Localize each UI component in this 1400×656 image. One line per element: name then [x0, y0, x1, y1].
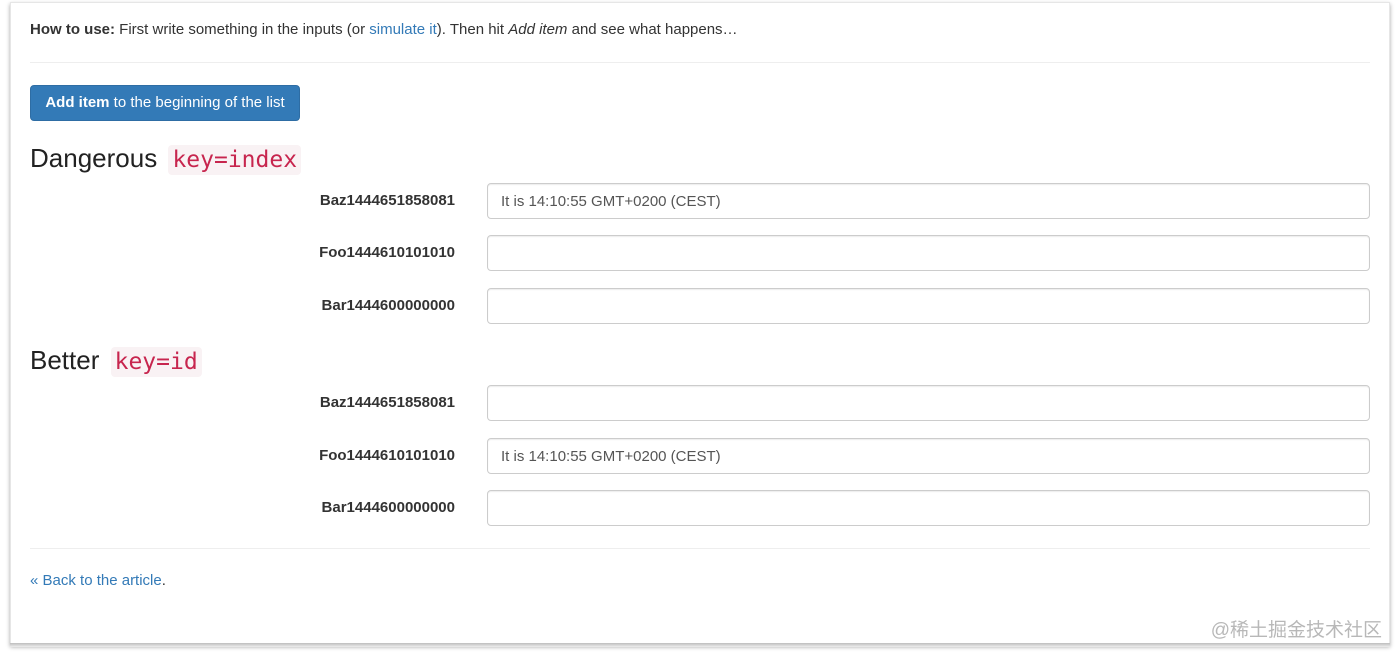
back-to-article-link[interactable]: « Back to the article: [30, 572, 162, 589]
row-label: Foo1444610101010: [319, 244, 455, 261]
section-title: Better: [30, 345, 100, 375]
add-item-button-bold: Add item: [45, 94, 110, 111]
section-title: Dangerous: [30, 143, 158, 173]
back-line: « Back to the article.: [30, 571, 166, 591]
usage-label: How to use:: [30, 21, 115, 38]
back-suffix: .: [161, 572, 166, 589]
page-bottom-shadow: [10, 643, 1390, 647]
section-code: key=index: [168, 145, 302, 175]
add-item-button[interactable]: Add item to the beginning of the list: [30, 85, 300, 121]
text-input[interactable]: [487, 288, 1370, 324]
usage-instructions: How to use: First write something in the…: [30, 20, 738, 40]
row-label: Bar1444600000000: [321, 297, 455, 314]
bottom-divider: [30, 548, 1370, 549]
text-input[interactable]: [487, 490, 1370, 526]
section-heading-dangerous: Dangerous key=index: [30, 141, 302, 177]
simulate-link[interactable]: simulate it: [369, 21, 437, 38]
usage-text-2: ). Then hit: [436, 21, 509, 38]
usage-emphasis: Add item: [508, 21, 568, 38]
section-heading-better: Better key=id: [30, 343, 202, 379]
text-input[interactable]: [487, 438, 1370, 474]
top-divider: [30, 62, 1370, 63]
section-code: key=id: [110, 347, 202, 377]
row-label: Baz1444651858081: [319, 192, 455, 209]
text-input[interactable]: [487, 385, 1370, 421]
text-input[interactable]: [487, 183, 1370, 219]
usage-text-1: First write something in the inputs (or: [115, 21, 370, 38]
watermark: @稀土掘金技术社区: [1210, 620, 1382, 641]
add-item-button-text: to the beginning of the list: [109, 94, 285, 111]
row-label: Bar1444600000000: [321, 499, 455, 516]
text-input[interactable]: [487, 235, 1370, 271]
row-label: Foo1444610101010: [319, 447, 455, 464]
row-label: Baz1444651858081: [319, 394, 455, 411]
usage-text-3: and see what happens…: [567, 21, 738, 38]
